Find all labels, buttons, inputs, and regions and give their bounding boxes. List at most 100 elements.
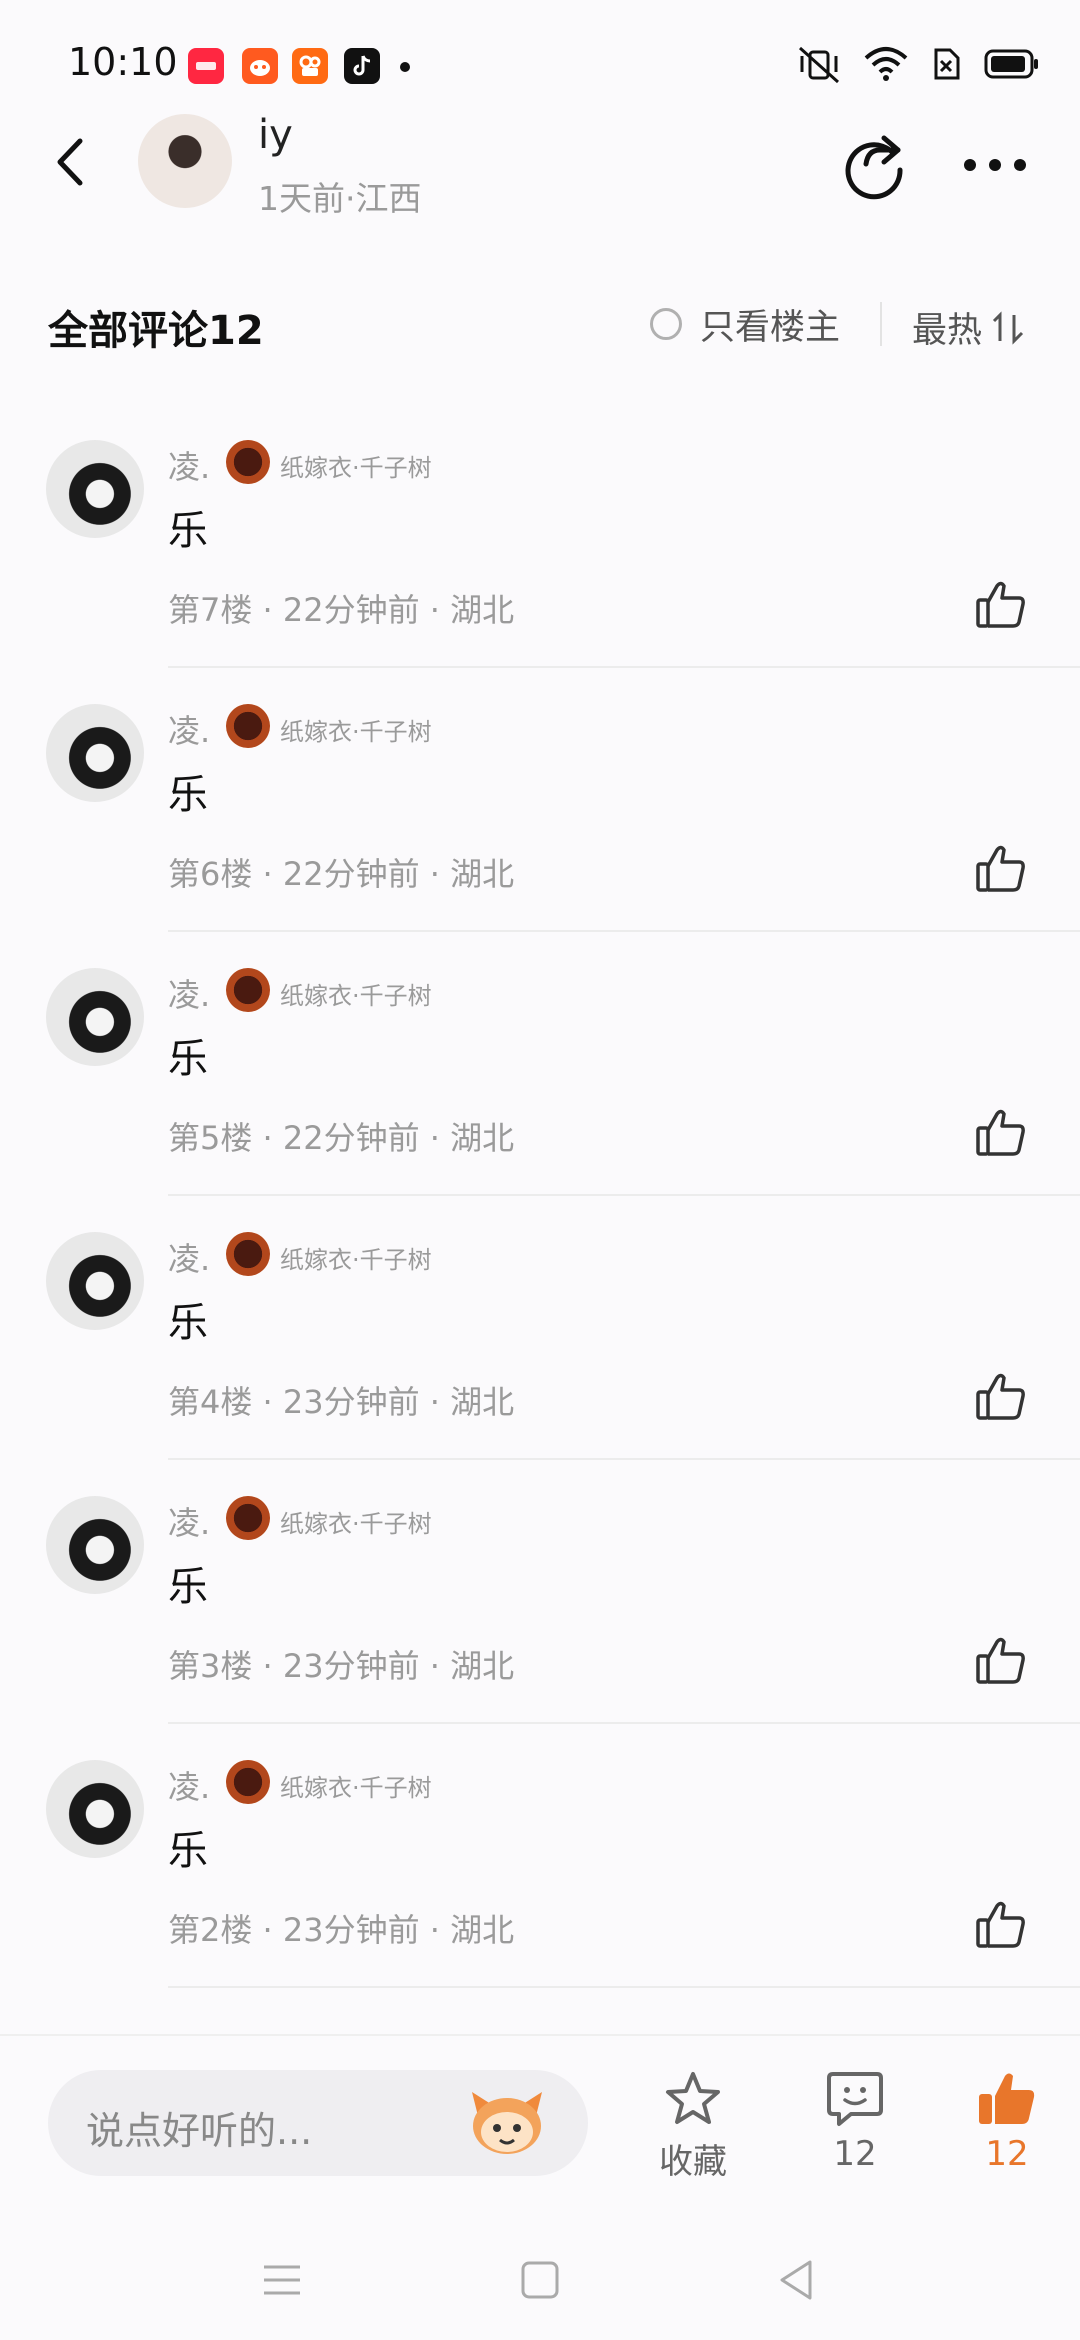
poster-meta: 1天前·江西 <box>258 179 422 218</box>
commenter-avatar[interactable] <box>46 440 144 538</box>
thumbs-up-icon <box>976 1901 1025 1948</box>
favorite-label: 收藏 <box>659 2142 727 2182</box>
badge-icon <box>226 968 270 1012</box>
commenter-avatar[interactable] <box>46 704 144 802</box>
commenter-name[interactable]: 凌. <box>168 970 210 1016</box>
all-comments-title: 全部评论12 <box>48 308 264 354</box>
more-dots-icon <box>964 159 1026 171</box>
like-button[interactable] <box>975 1898 1027 1950</box>
commenter-badge: 纸嫁衣·千子树 <box>280 718 432 746</box>
star-icon <box>666 2072 720 2124</box>
menu-icon <box>264 2265 300 2295</box>
more-options-button[interactable] <box>960 130 1030 200</box>
sim-off-icon <box>934 48 960 80</box>
comment-button[interactable]: 12 <box>800 2070 910 2174</box>
taobao-app-icon <box>242 48 278 84</box>
comment-input[interactable]: 说点好听的... <box>48 2070 588 2176</box>
post-like-button[interactable]: 12 <box>952 2070 1062 2174</box>
poster-name[interactable]: iy <box>258 112 293 158</box>
comment-item[interactable]: 凌. 纸嫁衣·千子树 乐 第5楼 · 22分钟前 · 湖北 <box>0 968 1080 1232</box>
recent-apps-button[interactable] <box>252 2250 312 2310</box>
comment-meta: 第4楼 · 23分钟前 · 湖北 <box>168 1383 515 1421</box>
thumbs-up-icon <box>976 845 1025 892</box>
comment-count: 12 <box>833 2134 877 2174</box>
home-icon <box>521 2261 559 2299</box>
like-button[interactable] <box>975 842 1027 894</box>
thumbs-up-icon <box>976 1373 1025 1420</box>
comment-item[interactable]: 凌. 纸嫁衣·千子树 乐 第2楼 · 23分钟前 · 湖北 <box>0 1760 1080 2024</box>
radio-icon <box>650 308 682 340</box>
badge-icon <box>226 1232 270 1276</box>
commenter-avatar[interactable] <box>46 1496 144 1594</box>
badge-icon <box>226 704 270 748</box>
like-button[interactable] <box>975 1106 1027 1158</box>
kuaishou-app-icon <box>292 48 328 84</box>
sort-button[interactable]: 最热 <box>912 302 1026 353</box>
comment-text: 乐 <box>168 1564 208 1610</box>
vibrate-muted-icon <box>798 46 840 84</box>
notification-dot <box>400 62 410 72</box>
comment-divider <box>168 666 1080 668</box>
thumbs-up-icon <box>976 1109 1025 1156</box>
commenter-name[interactable]: 凌. <box>168 706 210 752</box>
like-button[interactable] <box>975 1370 1027 1422</box>
owner-only-toggle[interactable]: 只看楼主 <box>650 296 840 352</box>
thumbs-up-icon <box>976 581 1025 628</box>
commenter-badge: 纸嫁衣·千子树 <box>280 1246 432 1274</box>
poster-avatar[interactable] <box>138 114 232 208</box>
comment-meta: 第6楼 · 22分钟前 · 湖北 <box>168 855 515 893</box>
comment-meta: 第5楼 · 22分钟前 · 湖北 <box>168 1119 515 1157</box>
comment-divider <box>168 1722 1080 1724</box>
wifi-icon <box>864 47 908 81</box>
status-icons <box>796 44 1040 84</box>
commenter-badge: 纸嫁衣·千子树 <box>280 982 432 1010</box>
comments-header: 全部评论12 只看楼主 最热 <box>0 290 1080 360</box>
post-header: iy 1天前·江西 <box>0 110 1080 220</box>
comment-divider <box>168 930 1080 932</box>
owner-only-label: 只看楼主 <box>700 307 841 348</box>
comment-divider <box>168 1986 1080 1988</box>
mascot-emoji-icon[interactable] <box>468 2086 546 2158</box>
back-button[interactable] <box>40 132 100 192</box>
back-triangle-icon <box>780 2260 812 2300</box>
system-back-button[interactable] <box>766 2250 826 2310</box>
comment-item[interactable]: 凌. 纸嫁衣·千子树 乐 第7楼 · 22分钟前 · 湖北 <box>0 440 1080 704</box>
like-button[interactable] <box>975 1634 1027 1686</box>
divider <box>880 302 882 346</box>
comment-meta: 第2楼 · 23分钟前 · 湖北 <box>168 1911 515 1949</box>
like-button[interactable] <box>975 578 1027 630</box>
system-nav-bar <box>0 2200 1080 2340</box>
comment-item[interactable]: 凌. 纸嫁衣·千子树 乐 第3楼 · 23分钟前 · 湖北 <box>0 1496 1080 1760</box>
commenter-badge: 纸嫁衣·千子树 <box>280 1774 432 1802</box>
badge-icon <box>226 440 270 484</box>
sort-icon <box>992 310 1024 345</box>
commenter-name[interactable]: 凌. <box>168 1498 210 1544</box>
comment-text: 乐 <box>168 772 208 818</box>
like-count: 12 <box>985 2134 1029 2174</box>
sort-label: 最热 <box>912 311 983 351</box>
commenter-name[interactable]: 凌. <box>168 442 210 488</box>
commenter-name[interactable]: 凌. <box>168 1234 210 1280</box>
thumbs-up-filled-icon <box>979 2073 1035 2124</box>
home-button[interactable] <box>510 2250 570 2310</box>
badge-icon <box>226 1496 270 1540</box>
commenter-avatar[interactable] <box>46 1760 144 1858</box>
comment-item[interactable]: 凌. 纸嫁衣·千子树 乐 第6楼 · 22分钟前 · 湖北 <box>0 704 1080 968</box>
commenter-badge: 纸嫁衣·千子树 <box>280 1510 432 1538</box>
favorite-button[interactable]: 收藏 <box>638 2070 748 2183</box>
commenter-avatar[interactable] <box>46 968 144 1066</box>
badge-icon <box>226 1760 270 1804</box>
commenter-name[interactable]: 凌. <box>168 1762 210 1808</box>
share-button[interactable] <box>840 130 910 200</box>
comment-divider <box>168 1458 1080 1460</box>
comment-text: 乐 <box>168 508 208 554</box>
comment-divider <box>168 1194 1080 1196</box>
thumbs-up-icon <box>976 1637 1025 1684</box>
chevron-left-icon <box>57 138 83 186</box>
comment-input-placeholder: 说点好听的... <box>86 2109 313 2153</box>
bottom-action-bar: 说点好听的... 收藏 12 12 <box>0 2034 1080 2196</box>
battery-icon <box>984 49 1038 79</box>
comment-item[interactable]: 凌. 纸嫁衣·千子树 乐 第4楼 · 23分钟前 · 湖北 <box>0 1232 1080 1496</box>
comment-text: 乐 <box>168 1828 208 1874</box>
commenter-avatar[interactable] <box>46 1232 144 1330</box>
